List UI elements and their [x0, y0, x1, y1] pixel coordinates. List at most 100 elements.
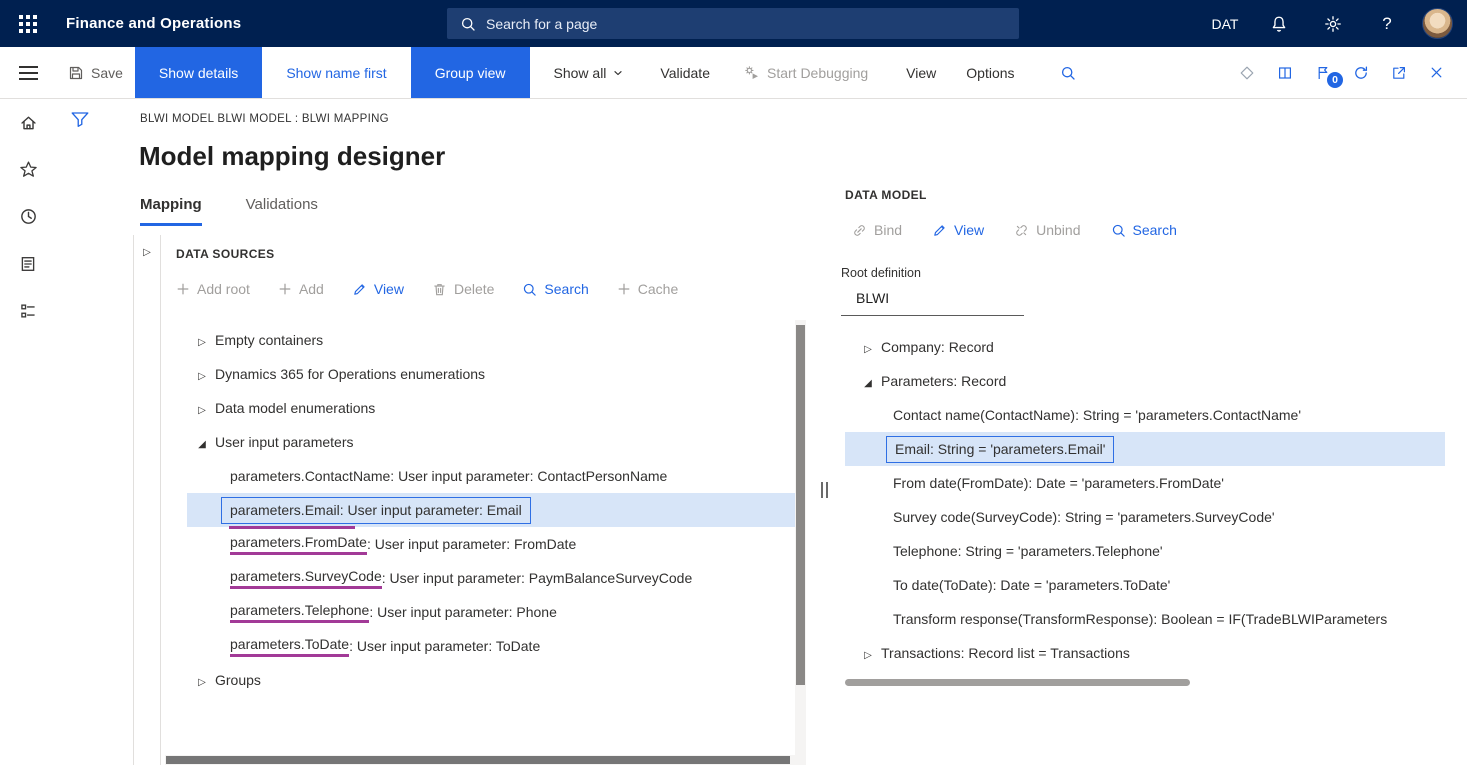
- tree-item-fromdate[interactable]: parameters.FromDate: User input paramete…: [165, 527, 795, 561]
- tab-validations[interactable]: Validations: [246, 196, 318, 226]
- cache-button[interactable]: Cache: [617, 281, 678, 297]
- tree-item-from-date[interactable]: From date(FromDate): Date = 'parameters.…: [845, 466, 1445, 500]
- tree-item-email-selected[interactable]: Email: String = 'parameters.Email': [845, 432, 1445, 466]
- data-model-title: DATA MODEL: [845, 188, 927, 202]
- tree-item-d365-enumerations[interactable]: Dynamics 365 for Operations enumerations: [165, 357, 795, 391]
- tree-item-label: : User input parameter: PaymBalanceSurve…: [382, 570, 692, 586]
- tree-item-user-input-parameters[interactable]: User input parameters: [165, 425, 795, 459]
- nav-recent-button[interactable]: [0, 193, 56, 240]
- add-root-button[interactable]: Add root: [176, 281, 250, 297]
- tree-collapsed-icon[interactable]: [189, 400, 215, 416]
- tree-item-parameters[interactable]: Parameters: Record: [845, 364, 1445, 398]
- scrollbar-thumb[interactable]: [796, 325, 805, 685]
- tree-item-telephone[interactable]: parameters.Telephone: User input paramet…: [165, 595, 795, 629]
- options-menu[interactable]: Options: [954, 47, 1026, 98]
- tree-collapsed-icon[interactable]: [189, 332, 215, 348]
- close-button[interactable]: [1418, 65, 1455, 80]
- bell-icon: [1270, 15, 1288, 33]
- tree-item-transactions[interactable]: Transactions: Record list = Transactions: [845, 636, 1445, 670]
- validate-button[interactable]: Validate: [648, 47, 722, 98]
- search-icon: [460, 16, 476, 32]
- add-button[interactable]: Add: [278, 281, 324, 297]
- selected-item-box: parameters.Email: User input parameter: …: [221, 497, 531, 524]
- pencil-icon: [932, 223, 947, 238]
- tree-item-to-date[interactable]: To date(ToDate): Date = 'parameters.ToDa…: [845, 568, 1445, 602]
- tree-item-surveycode[interactable]: parameters.SurveyCode: User input parame…: [165, 561, 795, 595]
- task-recorder-button[interactable]: [1266, 65, 1304, 81]
- page-search-box[interactable]: [447, 8, 1019, 39]
- nav-home-button[interactable]: [0, 99, 56, 146]
- star-icon: [19, 160, 38, 179]
- tree-collapsed-icon[interactable]: [189, 366, 215, 382]
- tree-collapsed-icon[interactable]: [189, 672, 215, 688]
- tree-item-contact-name[interactable]: Contact name(ContactName): String = 'par…: [845, 398, 1445, 432]
- tree-item-company[interactable]: Company: Record: [845, 330, 1445, 364]
- chevron-down-icon: [612, 67, 624, 79]
- tree-collapsed-icon[interactable]: [855, 645, 881, 661]
- tree-item-empty-containers[interactable]: Empty containers: [165, 323, 795, 357]
- tree-item-todate[interactable]: parameters.ToDate: User input parameter:…: [165, 629, 795, 663]
- view-menu[interactable]: View: [894, 47, 948, 98]
- app-launcher-button[interactable]: [0, 0, 56, 47]
- unbind-button[interactable]: Unbind: [1014, 222, 1080, 238]
- pane-collapse-icon[interactable]: [143, 247, 151, 258]
- left-nav-rail: [0, 99, 56, 765]
- delete-button[interactable]: Delete: [432, 281, 494, 297]
- messages-button[interactable]: 0: [1304, 65, 1342, 81]
- dm-search-button[interactable]: Search: [1111, 222, 1177, 238]
- data-model-horizontal-scrollbar[interactable]: [845, 679, 1445, 687]
- data-sources-horizontal-scrollbar[interactable]: [165, 755, 797, 765]
- help-button[interactable]: [1360, 0, 1414, 47]
- tree-item-prefix: parameters.Telephone: [230, 602, 369, 623]
- show-details-button[interactable]: Show details: [135, 47, 262, 98]
- menu-button[interactable]: [0, 47, 56, 98]
- environment-label[interactable]: DAT: [1198, 0, 1252, 47]
- record-caption: BLWI MODEL BLWI MODEL : BLWI MAPPING: [140, 113, 389, 125]
- trash-icon: [432, 282, 447, 297]
- scrollbar-thumb[interactable]: [845, 679, 1190, 686]
- notifications-button[interactable]: [1252, 0, 1306, 47]
- app-window: Finance and Operations DAT Save Show det…: [0, 0, 1467, 765]
- ds-view-button[interactable]: View: [352, 281, 404, 297]
- tree-item-label: : User input parameter: ToDate: [349, 638, 540, 654]
- nav-forms-button[interactable]: [0, 240, 56, 287]
- save-button[interactable]: Save: [56, 47, 135, 98]
- tree-item-prefix: parameters.ContactName: [230, 468, 390, 484]
- page-search-input[interactable]: [486, 16, 1006, 32]
- root-definition-field[interactable]: BLWI: [841, 288, 1024, 316]
- filter-button[interactable]: [70, 110, 90, 128]
- show-name-first-button[interactable]: Show name first: [262, 47, 410, 98]
- tree-item-transform-response[interactable]: Transform response(TransformResponse): B…: [845, 602, 1445, 636]
- tree-collapsed-icon[interactable]: [855, 339, 881, 355]
- ds-search-button[interactable]: Search: [522, 281, 588, 297]
- tree-expanded-icon[interactable]: [855, 373, 881, 389]
- nav-workspaces-button[interactable]: [0, 287, 56, 334]
- tree-item-contactname[interactable]: parameters.ContactName: User input param…: [165, 459, 795, 493]
- delete-label: Delete: [454, 281, 494, 297]
- tree-item-telephone[interactable]: Telephone: String = 'parameters.Telephon…: [845, 534, 1445, 568]
- bind-button[interactable]: Bind: [852, 222, 902, 238]
- tree-item-email-selected[interactable]: parameters.Email: User input parameter: …: [187, 493, 795, 527]
- data-sources-vertical-scrollbar[interactable]: [795, 320, 806, 765]
- tree-expanded-icon[interactable]: [189, 434, 215, 450]
- show-all-dropdown[interactable]: Show all: [542, 47, 637, 98]
- tree-item-groups[interactable]: Groups: [165, 663, 795, 697]
- scrollbar-thumb[interactable]: [166, 756, 790, 764]
- settings-button[interactable]: [1306, 0, 1360, 47]
- refresh-button[interactable]: [1342, 65, 1380, 81]
- find-button[interactable]: [1049, 47, 1087, 98]
- panel-splitter-handle[interactable]: [817, 481, 831, 499]
- link-icon: [852, 223, 867, 238]
- dm-view-button[interactable]: View: [932, 222, 984, 238]
- tree-item-prefix: parameters.FromDate: [230, 534, 367, 555]
- feedback-button[interactable]: [1228, 65, 1266, 81]
- group-view-button[interactable]: Group view: [411, 47, 530, 98]
- tree-item-prefix: parameters.Email: [230, 502, 340, 518]
- start-debugging-button[interactable]: Start Debugging: [732, 47, 880, 98]
- tab-mapping[interactable]: Mapping: [140, 196, 202, 226]
- nav-favorites-button[interactable]: [0, 146, 56, 193]
- avatar[interactable]: [1422, 8, 1453, 39]
- tree-item-data-model-enumerations[interactable]: Data model enumerations: [165, 391, 795, 425]
- tree-item-survey-code[interactable]: Survey code(SurveyCode): String = 'param…: [845, 500, 1445, 534]
- open-in-new-window-button[interactable]: [1380, 65, 1418, 81]
